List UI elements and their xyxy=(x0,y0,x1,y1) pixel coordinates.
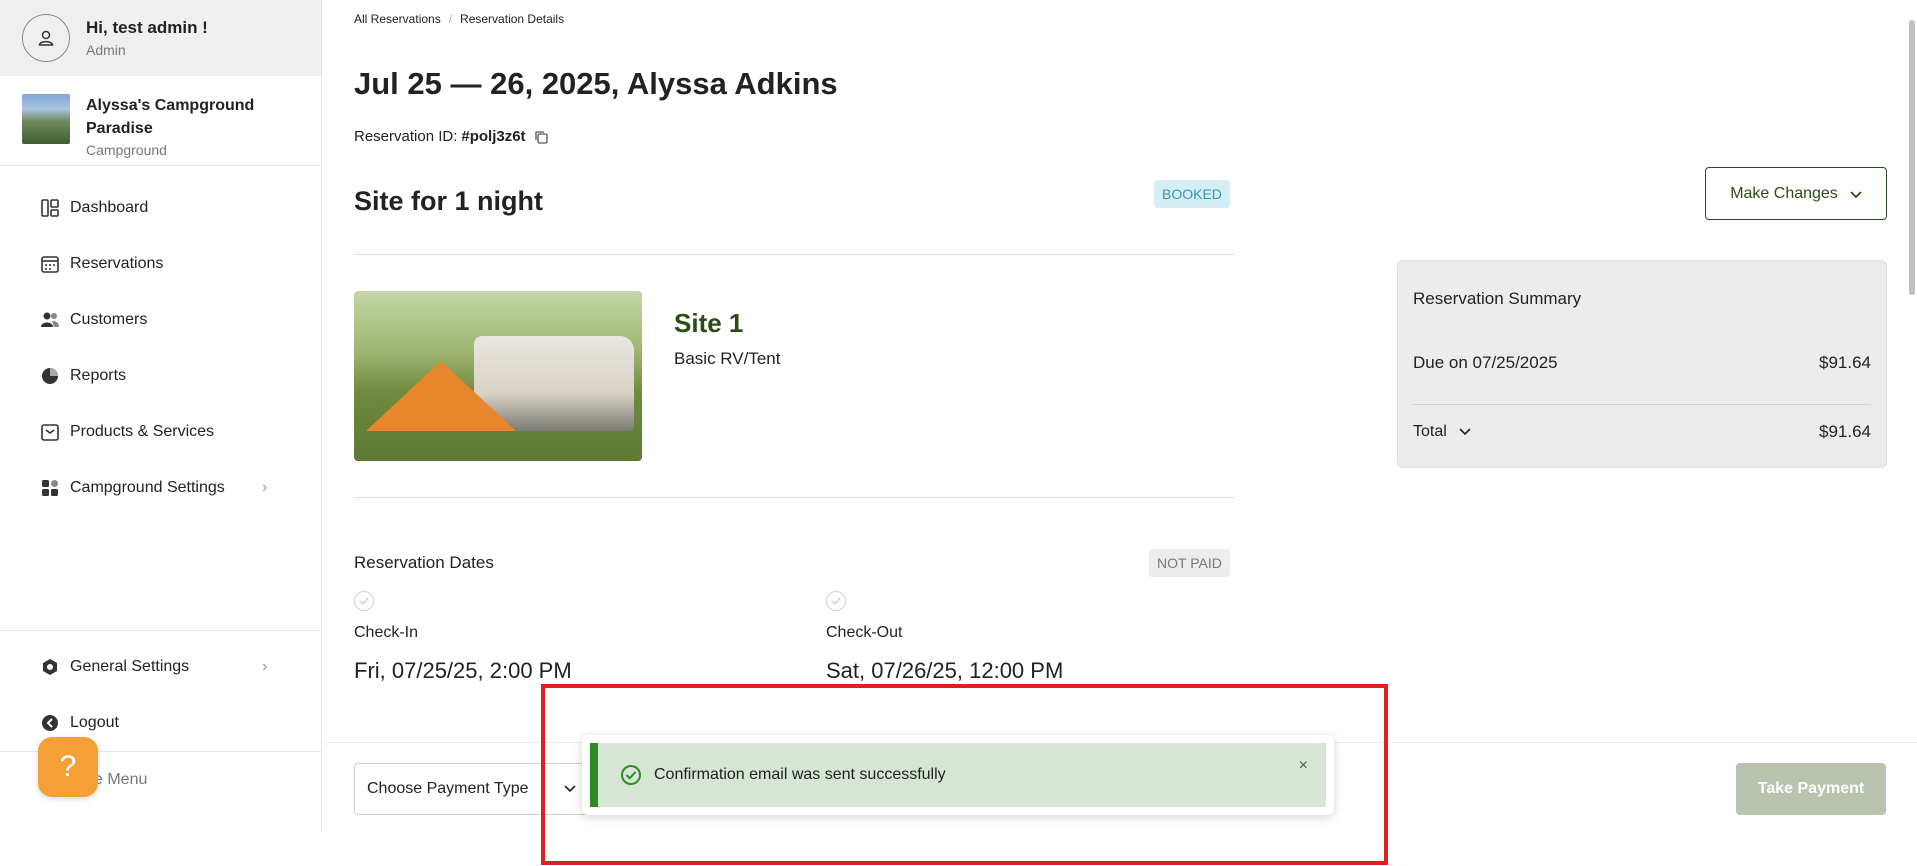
reservation-id-value: #polj3z6t xyxy=(461,128,526,145)
nav-label-logout: Logout xyxy=(70,714,119,731)
campground-type: Campground xyxy=(86,142,167,158)
copy-icon[interactable] xyxy=(534,130,548,144)
box-icon xyxy=(40,422,60,442)
summary-due-value: $91.64 xyxy=(1819,353,1871,372)
close-icon[interactable]: × xyxy=(1299,757,1308,775)
user-greeting: Hi, test admin ! xyxy=(86,18,208,37)
nav-item-reports[interactable]: Reports xyxy=(0,348,321,404)
summary-due-label: Due on 07/25/2025 xyxy=(1413,353,1558,372)
reservation-id: Reservation ID: #polj3z6t xyxy=(354,128,548,145)
breadcrumb: All Reservations / Reservation Details xyxy=(354,12,564,26)
scrollbar[interactable] xyxy=(1909,20,1915,295)
checkout-check-icon xyxy=(826,591,846,611)
chevron-down-icon xyxy=(1850,186,1862,202)
sidebar: Hi, test admin ! Admin Alyssa's Campgrou… xyxy=(0,0,322,830)
checkin-label: Check-In xyxy=(354,624,419,641)
campground-name: Alyssa's Campground Paradise xyxy=(86,97,255,137)
payment-status-badge: NOT PAID xyxy=(1149,549,1230,577)
divider xyxy=(354,254,1234,255)
site-heading: Site for 1 night xyxy=(354,186,543,216)
nav-label-customers: Customers xyxy=(70,311,148,328)
gear-icon xyxy=(40,657,60,677)
summary-title: Reservation Summary xyxy=(1413,289,1582,308)
divider xyxy=(354,497,1234,498)
reservation-id-label: Reservation ID: xyxy=(354,128,458,145)
campground-block[interactable]: Alyssa's Campground Paradise Campground xyxy=(0,76,321,166)
nav-label-products: Products & Services xyxy=(70,423,215,440)
site-image xyxy=(354,291,642,461)
pie-chart-icon xyxy=(40,366,60,386)
user-avatar-icon xyxy=(22,14,70,62)
nav-label-campground-settings: Campground Settings xyxy=(70,479,225,496)
summary-divider xyxy=(1413,404,1871,405)
nav-item-campground-settings[interactable]: Campground Settings › xyxy=(0,460,321,516)
success-check-icon xyxy=(621,765,641,785)
checkin-value: Fri, 07/25/25, 2:00 PM xyxy=(354,658,572,683)
checkin-check-icon xyxy=(354,591,374,611)
breadcrumb-separator: / xyxy=(448,12,453,26)
summary-total-value: $91.64 xyxy=(1819,422,1871,441)
breadcrumb-all-reservations[interactable]: All Reservations xyxy=(354,12,441,26)
calendar-icon xyxy=(40,254,60,274)
dashboard-icon xyxy=(40,198,60,218)
dates-title: Reservation Dates xyxy=(354,553,494,572)
take-payment-button[interactable]: Take Payment xyxy=(1736,763,1886,815)
grid-settings-icon xyxy=(40,478,60,498)
status-badge: BOOKED xyxy=(1154,180,1230,208)
make-changes-label: Make Changes xyxy=(1730,184,1838,202)
user-block[interactable]: Hi, test admin ! Admin xyxy=(0,0,321,76)
toast-notification: Confirmation email was sent successfully… xyxy=(582,735,1334,815)
payment-type-placeholder: Choose Payment Type xyxy=(367,780,529,797)
nav-label-reports: Reports xyxy=(70,367,127,384)
help-icon[interactable]: ? xyxy=(38,737,98,797)
app-root: Hi, test admin ! Admin Alyssa's Campgrou… xyxy=(0,0,1917,866)
nav-item-general-settings[interactable]: General Settings › xyxy=(0,639,322,695)
checkout-label: Check-Out xyxy=(826,624,903,641)
chevron-down-icon xyxy=(1459,428,1471,436)
tent-shape xyxy=(366,361,516,431)
nav-item-reservations[interactable]: Reservations xyxy=(0,236,321,292)
toast-message: Confirmation email was sent successfully xyxy=(654,766,946,783)
nav-item-dashboard[interactable]: Dashboard xyxy=(0,180,321,236)
chevron-right-icon: › xyxy=(262,479,268,496)
reservation-summary: Reservation Summary Due on 07/25/2025 $9… xyxy=(1397,260,1887,468)
checkout-value: Sat, 07/26/25, 12:00 PM xyxy=(826,658,1064,683)
site-name: Site 1 xyxy=(674,308,744,338)
breadcrumb-current: Reservation Details xyxy=(460,12,565,26)
customers-icon xyxy=(40,310,60,330)
campground-thumbnail xyxy=(22,94,70,144)
toast-body: Confirmation email was sent successfully… xyxy=(590,743,1326,807)
main-nav: Dashboard Reservations Customers Reports… xyxy=(0,166,321,516)
site-type: Basic RV/Tent xyxy=(674,349,781,368)
summary-total-row[interactable]: Total $91.64 xyxy=(1413,422,1871,442)
logout-icon xyxy=(40,713,60,733)
nav-label-reservations: Reservations xyxy=(70,255,164,272)
nav-item-products[interactable]: Products & Services xyxy=(0,404,321,460)
chevron-right-icon: › xyxy=(262,658,268,675)
user-role: Admin xyxy=(86,42,126,58)
summary-total-label: Total xyxy=(1413,423,1447,440)
nav-item-customers[interactable]: Customers xyxy=(0,292,321,348)
make-changes-button[interactable]: Make Changes xyxy=(1705,167,1887,220)
nav-label-general-settings: General Settings xyxy=(70,658,190,675)
nav-label-dashboard: Dashboard xyxy=(70,199,149,216)
summary-due-row: Due on 07/25/2025 $91.64 xyxy=(1413,353,1871,373)
page-title: Jul 25 — 26, 2025, Alyssa Adkins xyxy=(354,66,838,101)
